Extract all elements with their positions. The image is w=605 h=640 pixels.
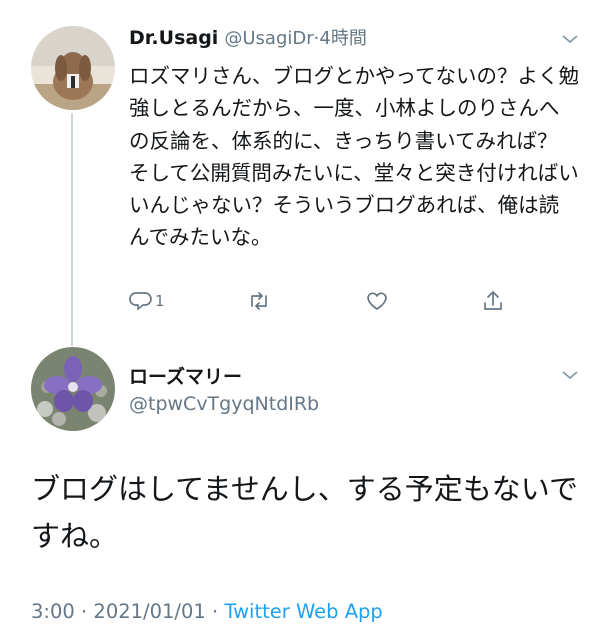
avatar[interactable] bbox=[31, 26, 115, 110]
rabbit-avatar-image bbox=[31, 26, 115, 110]
separator-dot: · bbox=[212, 600, 219, 623]
retweet-icon bbox=[251, 292, 267, 310]
share-icon bbox=[484, 291, 502, 310]
reply-icon bbox=[129, 292, 152, 310]
chevron-down-icon[interactable] bbox=[561, 33, 579, 45]
user-handle[interactable]: @UsagiDr bbox=[224, 28, 313, 49]
share-button[interactable] bbox=[481, 289, 505, 313]
tweet-meta: 3:00 · 2021/01/01 · Twitter Web App bbox=[31, 600, 383, 623]
display-name[interactable]: Dr.Usagi bbox=[129, 27, 218, 49]
avatar[interactable] bbox=[31, 347, 115, 431]
tweet-text: ロズマリさん、ブログとかやってないの？よく勉強しとるんだから、一度、小林よしのり… bbox=[129, 64, 579, 250]
reply-count: 1 bbox=[155, 292, 165, 310]
user-handle[interactable]: @tpwCvTgyqNtdIRb bbox=[129, 393, 319, 415]
tweet-header: Dr.Usagi @UsagiDr·4時間 bbox=[129, 25, 367, 52]
tweet-time[interactable]: 4時間 bbox=[319, 28, 366, 49]
source-app-link[interactable]: Twitter Web App bbox=[224, 600, 382, 623]
display-name[interactable]: ローズマリー bbox=[129, 362, 242, 389]
tweet-time[interactable]: 3:00 bbox=[31, 600, 75, 623]
like-icon bbox=[367, 292, 387, 310]
tweet-date[interactable]: 2021/01/01 bbox=[93, 600, 205, 623]
separator-dot: · bbox=[81, 600, 88, 623]
flower-avatar-image bbox=[31, 347, 115, 431]
chevron-down-icon[interactable] bbox=[561, 369, 579, 381]
like-button[interactable] bbox=[365, 289, 389, 313]
thread-connector-line bbox=[71, 113, 73, 346]
tweet-text: ブログはしてませんし、する予定もないですね。 bbox=[31, 472, 578, 553]
tweet-actions: 1 bbox=[129, 289, 529, 319]
retweet-button[interactable] bbox=[247, 289, 271, 313]
reply-button[interactable]: 1 bbox=[129, 289, 165, 313]
